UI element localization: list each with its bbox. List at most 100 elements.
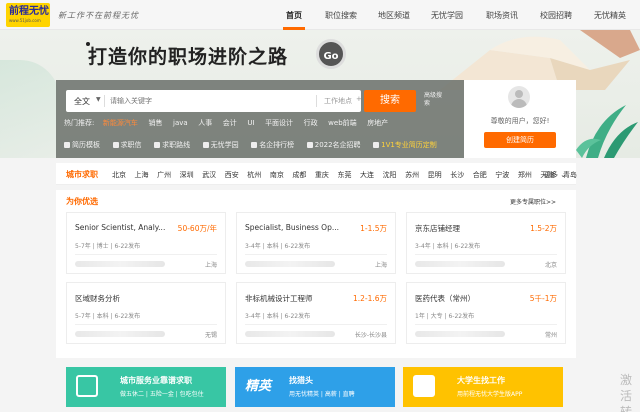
crown-icon	[373, 142, 380, 148]
elite-logo: 精英	[245, 379, 272, 394]
job-meta: 3-4年 | 本科 | 6-22发布	[245, 313, 311, 320]
city-link[interactable]: 苏州	[405, 171, 419, 179]
hot-item[interactable]: web前端	[328, 119, 356, 127]
nav-academy[interactable]: 无忧学园	[431, 10, 463, 21]
job-salary: 50-60万/年	[177, 224, 217, 233]
hot-item[interactable]: 平面设计	[265, 119, 293, 127]
city-link[interactable]: 南京	[270, 171, 284, 179]
city-link[interactable]: 合肥	[473, 171, 487, 179]
hot-item[interactable]: UI	[247, 119, 254, 127]
hot-item[interactable]: 人事	[198, 119, 212, 127]
location-input[interactable]: 工作地点	[324, 96, 352, 106]
search-scope-select[interactable]: 全文	[74, 96, 90, 107]
hand-icon	[413, 375, 435, 397]
city-link[interactable]: 深圳	[180, 171, 194, 179]
city-jobs-bar: 城市求职 北京 上海 广州 深圳 武汉 西安 杭州 南京 成都 重庆 东莞 大连…	[56, 163, 577, 185]
job-card[interactable]: 区域财务分析 5-7年 | 本科 | 6-22发布 无锡	[66, 282, 226, 344]
job-title: Senior Scientist, Analy...	[75, 223, 166, 232]
job-city: 上海	[374, 262, 387, 269]
job-card[interactable]: Senior Scientist, Analy... 50-60万/年 5-7年…	[66, 212, 226, 274]
city-link[interactable]: 长沙	[450, 171, 464, 179]
job-city: 常州	[544, 332, 557, 339]
job-card[interactable]: 京东店铺经理 1.5-2万 3-4年 | 本科 | 6-22发布 北京	[406, 212, 566, 274]
banner-student[interactable]: 大学生找工作 用前程无忧大学生版APP	[403, 367, 563, 407]
hot-item[interactable]: 销售	[148, 119, 162, 127]
city-link[interactable]: 成都	[292, 171, 306, 179]
quick-link-resume-template[interactable]: 简历模板	[64, 141, 100, 149]
quick-link-academy[interactable]: 无忧学园	[202, 141, 239, 149]
quick-link-campus-2022[interactable]: 2022名企招聘	[306, 141, 361, 149]
create-resume-button[interactable]: 创建简历	[484, 132, 556, 148]
mail-icon	[112, 142, 119, 148]
slogan: 新工作不在前程无忧	[58, 11, 139, 20]
job-salary: 1.2-1.6万	[352, 294, 387, 303]
banner-title: 大学生找工作	[457, 376, 505, 385]
city-more-link[interactable]: 更多 ⌄	[544, 170, 566, 180]
hot-item[interactable]: 会计	[223, 119, 237, 127]
avatar[interactable]	[508, 86, 530, 108]
search-button[interactable]: 搜索	[364, 90, 416, 112]
search-box: 全文 ▼ 工作地点 +	[66, 90, 362, 112]
nav-campus[interactable]: 校园招聘	[540, 10, 572, 21]
hot-item[interactable]: 新能源汽车	[103, 119, 138, 127]
job-salary: 1-1.5万	[360, 224, 387, 233]
nav-job-search[interactable]: 职位搜索	[325, 10, 357, 21]
trophy-icon	[251, 142, 258, 148]
quick-link-ranking[interactable]: 名企排行榜	[251, 141, 294, 149]
job-salary: 5千-1万	[529, 294, 557, 303]
banner-headhunter[interactable]: 精英 找猎头 用无忧精英 | 高薪 | 直聘	[235, 367, 395, 407]
advanced-search-link[interactable]: 高级搜索	[424, 92, 444, 108]
banner-title: 找猎头	[289, 376, 313, 385]
city-link[interactable]: 沈阳	[383, 171, 397, 179]
top-nav: 前程无忧 www.51job.com 新工作不在前程无忧 首页 职位搜索 地区频…	[0, 0, 640, 30]
chevron-down-icon[interactable]: ▼	[96, 96, 101, 103]
city-link[interactable]: 武汉	[202, 171, 216, 179]
city-link[interactable]: 大连	[360, 171, 374, 179]
city-link[interactable]: 西安	[225, 171, 239, 179]
job-city: 长沙-长沙县	[354, 332, 387, 339]
avatar-head	[515, 90, 523, 98]
job-title: 区域财务分析	[75, 294, 120, 303]
job-card[interactable]: 医药代表（常州） 5千-1万 1年 | 大专 | 6-22发布 常州	[406, 282, 566, 344]
hot-item[interactable]: java	[173, 119, 188, 127]
quick-link-resume-custom[interactable]: 1V1专业简历定制	[373, 141, 437, 149]
job-card[interactable]: Specialist, Business Op... 1-1.5万 3-4年 |…	[236, 212, 396, 274]
banner-subtitle: 做五休二 | 五险一金 | 包吃包住	[120, 391, 204, 398]
city-link[interactable]: 杭州	[247, 171, 261, 179]
hot-item[interactable]: 房地产	[367, 119, 388, 127]
city-link[interactable]: 宁波	[495, 171, 509, 179]
city-link[interactable]: 上海	[135, 171, 149, 179]
city-list: 北京 上海 广州 深圳 武汉 西安 杭州 南京 成都 重庆 东莞 大连 沈阳 苏…	[112, 170, 583, 180]
route-icon	[154, 142, 161, 148]
quick-link-job-route[interactable]: 求职路线	[154, 141, 190, 149]
job-meta: 3-4年 | 本科 | 6-22发布	[245, 243, 311, 250]
banner-city-service[interactable]: 城市服务业靠谱求职 做五休二 | 五险一金 | 包吃包住	[66, 367, 226, 407]
nav-home[interactable]: 首页	[286, 10, 302, 21]
divider	[104, 95, 105, 107]
divider	[75, 324, 217, 325]
more-jobs-link[interactable]: 更多专属职位>>	[510, 197, 556, 206]
book-icon	[202, 142, 209, 148]
divider	[75, 254, 217, 255]
city-link[interactable]: 昆明	[428, 171, 442, 179]
quick-link-cover-letter[interactable]: 求职信	[112, 141, 142, 149]
job-card[interactable]: 非标机械设计工程师 1.2-1.6万 3-4年 | 本科 | 6-22发布 长沙…	[236, 282, 396, 344]
add-icon[interactable]: +	[356, 95, 362, 103]
city-link[interactable]: 北京	[112, 171, 126, 179]
job-meta: 1年 | 大专 | 6-22发布	[415, 313, 475, 320]
city-link[interactable]: 广州	[157, 171, 171, 179]
go-button[interactable]: Go	[316, 39, 346, 69]
recommended-jobs: 为你优选 更多专属职位>> Senior Scientist, Analy...…	[56, 190, 576, 358]
avatar-body	[511, 99, 527, 108]
banner-subtitle: 用无忧精英 | 高薪 | 直聘	[289, 391, 355, 398]
city-link[interactable]: 重庆	[315, 171, 329, 179]
city-link[interactable]: 郑州	[518, 171, 532, 179]
nav-elite[interactable]: 无忧精英	[594, 10, 626, 21]
logo[interactable]: 前程无忧 www.51job.com	[6, 3, 50, 27]
search-input[interactable]	[110, 94, 260, 108]
job-title: 京东店铺经理	[415, 224, 460, 233]
hot-item[interactable]: 行政	[304, 119, 318, 127]
nav-region[interactable]: 地区频道	[378, 10, 410, 21]
city-link[interactable]: 东莞	[337, 171, 351, 179]
nav-news[interactable]: 职场资讯	[486, 10, 518, 21]
